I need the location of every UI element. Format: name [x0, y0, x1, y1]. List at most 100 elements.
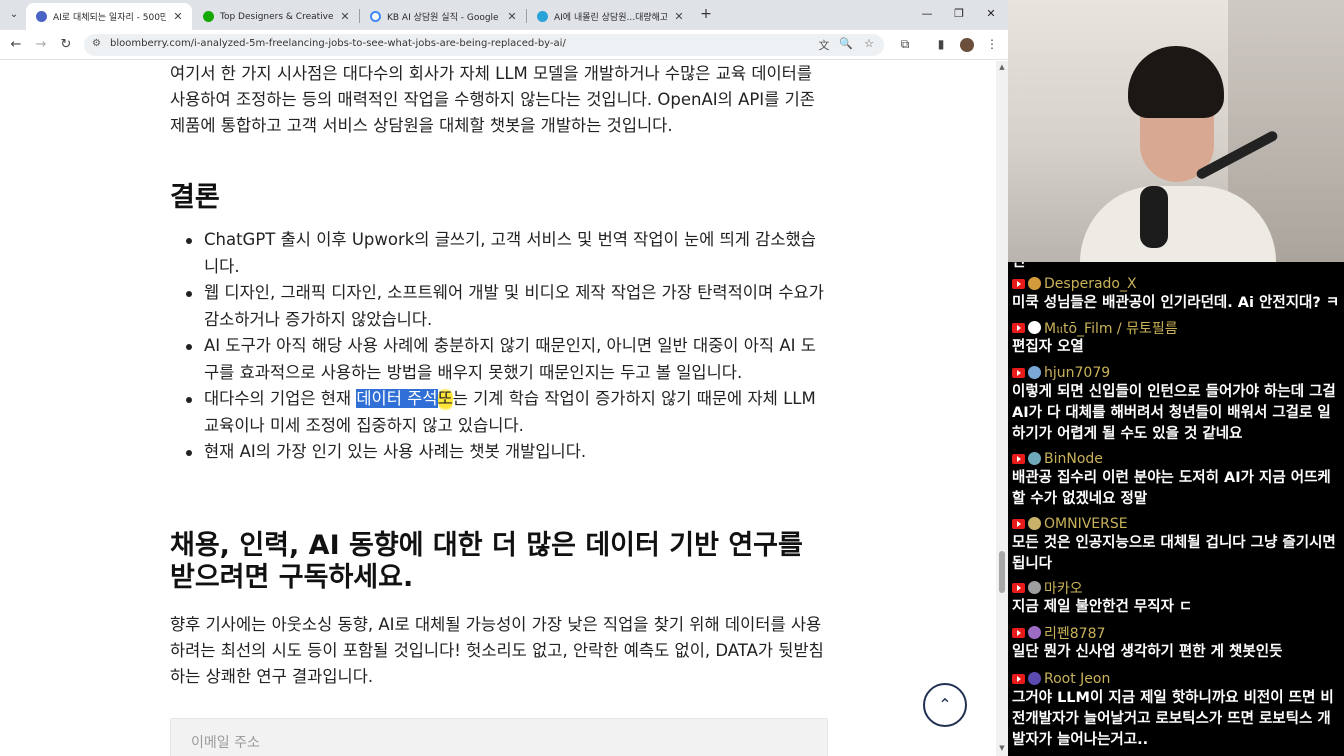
tab-search-icon[interactable]: ⌄: [4, 5, 24, 25]
chat-message: BinNode 배관공 집수리 이런 분야는 도저히 AI가 지금 어뜨케 할 …: [1012, 449, 1342, 510]
chat-message: Desperado_X 미쿡 성님들은 배관공이 인기라던데. Ai 안전지대?…: [1012, 274, 1342, 314]
side-panel-icon[interactable]: ▮: [933, 37, 949, 51]
tab-close-icon[interactable]: ✕: [506, 10, 518, 23]
chat-text: 배관공 집수리 이런 분야는 도저히 AI가 지금 어뜨케 할 수가 없겠네요 …: [1012, 470, 1331, 507]
list-item: 대다수의 기업은 현재 데이터 주석또는 기계 학습 작업이 증가하지 않기 때…: [184, 386, 824, 439]
chat-text: 미쿡 성님들은 배관공이 인기라던데. Ai 안전지대? ㅋ: [1012, 295, 1340, 311]
scroll-to-top-button[interactable]: ⌃: [923, 683, 967, 727]
site-info-icon[interactable]: ⚙: [92, 38, 101, 49]
favicon-icon: [203, 11, 214, 22]
microphone-icon: [1140, 186, 1168, 248]
chat-username: 리펜8787: [1044, 625, 1106, 642]
favicon-icon: [537, 11, 548, 22]
chat-text: 그거야 LLM이 지금 제일 핫하니까요 비전이 뜨면 비전개발자가 늘어날거고…: [1012, 690, 1334, 748]
article-page: 여기서 한 가지 시사점은 대다수의 회사가 자체 LLM 모델을 개발하거나 …: [0, 61, 996, 756]
reload-icon[interactable]: ↻: [56, 35, 76, 55]
address-bar[interactable]: ⚙ bloomberry.com/i-analyzed-5m-freelanci…: [84, 34, 884, 56]
tab-title: AI로 대체되는 일자리 - 500만: [53, 13, 166, 23]
youtube-icon: [1012, 278, 1025, 289]
email-placeholder: 이메일 주소: [191, 735, 260, 751]
minimize-button[interactable]: —: [916, 4, 938, 24]
youtube-icon: [1012, 582, 1025, 593]
avatar: [1028, 277, 1041, 290]
intro-paragraph: 여기서 한 가지 시사점은 대다수의 회사가 자체 LLM 모델을 개발하거나 …: [170, 64, 815, 135]
chat-text: 모든 것은 인공지능으로 대체될 겁니다 그냥 즐기시면 됩니다: [1012, 535, 1336, 572]
menu-icon[interactable]: ⋮: [984, 37, 1000, 51]
page-scrollbar[interactable]: ▲ ▼: [996, 61, 1008, 756]
avatar: [1028, 517, 1041, 530]
youtube-icon: [1012, 453, 1025, 464]
scroll-down-arrow-icon[interactable]: ▼: [996, 744, 1008, 752]
bookmark-star-icon[interactable]: ☆: [861, 37, 877, 50]
chat-message: M𝔲tō_Film / 뮤토필름 편집자 오열: [1012, 318, 1342, 358]
chat-message: Root Jeon 그거야 LLM이 지금 제일 핫하니까요 비전이 뜨면 비전…: [1012, 669, 1342, 751]
list-item: ChatGPT 출시 이후 Upwork의 글쓰기, 고객 서비스 및 번역 작…: [184, 227, 824, 280]
selected-text: 데이터 주석: [356, 389, 438, 408]
tab-active[interactable]: AI로 대체되는 일자리 - 500만 ✕: [26, 3, 192, 30]
favicon-icon: [36, 11, 47, 22]
close-window-button[interactable]: ✕: [980, 4, 1002, 24]
avatar: [1028, 366, 1041, 379]
chat-message: OMNIVERSE 모든 것은 인공지능으로 대체될 겁니다 그냥 즐기시면 됩…: [1012, 514, 1342, 575]
new-tab-button[interactable]: +: [697, 5, 715, 23]
youtube-icon: [1012, 322, 1025, 333]
cursor-highlight: 또: [437, 386, 453, 413]
subscribe-heading: 채용, 인력, AI 동향에 대한 더 많은 데이터 기반 연구를 받으려면 구…: [170, 530, 803, 593]
chat-username: Root Jeon: [1044, 670, 1111, 687]
list-item: 웹 디자인, 그래픽 디자인, 소프트웨어 개발 및 비디오 제작 작업은 가장…: [184, 280, 824, 333]
browser-toolbar: ← → ↻ ⚙ bloomberry.com/i-analyzed-5m-fre…: [0, 30, 1008, 60]
avatar: [1028, 672, 1041, 685]
scroll-up-arrow-icon[interactable]: ▲: [996, 63, 1008, 71]
list-item: AI 도구가 아직 해당 사용 사례에 충분하지 않기 때문인지, 아니면 일반…: [184, 333, 824, 386]
tab-title: KB AI 상담원 실직 - Google 검: [387, 13, 500, 23]
profile-avatar[interactable]: [960, 38, 974, 52]
forward-icon[interactable]: →: [31, 35, 51, 55]
bullet-text: 대다수의 기업은 현재: [204, 389, 357, 408]
chat-text: 일단 뭔가 신사업 생각하기 편한 게 챗봇인듯: [1012, 644, 1283, 660]
tab-title: Top Designers & Creatives for: [220, 11, 333, 22]
youtube-icon: [1012, 367, 1025, 378]
back-icon[interactable]: ←: [6, 35, 26, 55]
youtube-icon: [1012, 673, 1025, 684]
chat-partial-text: 긴: [1012, 262, 1026, 270]
restore-button[interactable]: ❐: [948, 4, 970, 24]
avatar: [1028, 321, 1041, 334]
tab-close-icon[interactable]: ✕: [172, 10, 184, 23]
chat-message: hjun7079 이렇게 되면 신입들이 인턴으로 들어가야 하는데 그걸 AI…: [1012, 363, 1342, 445]
zoom-icon[interactable]: 🔍: [838, 37, 854, 50]
tab-news[interactable]: AI에 내몰린 상담원...대량해고 ✕: [527, 3, 693, 30]
youtube-icon: [1012, 518, 1025, 529]
tab-close-icon[interactable]: ✕: [673, 10, 685, 23]
youtube-icon: [1012, 627, 1025, 638]
chat-username: 마카오: [1044, 580, 1083, 597]
avatar: [1028, 626, 1041, 639]
chat-username: hjun7079: [1044, 364, 1111, 381]
tab-title: AI에 내몰린 상담원...대량해고: [554, 13, 667, 23]
google-icon: [370, 11, 381, 22]
list-item: 현재 AI의 가장 인기 있는 사용 사례는 챗봇 개발입니다.: [184, 439, 824, 466]
scrollbar-thumb[interactable]: [999, 551, 1005, 593]
chat-message: 마카오 지금 제일 불안한건 무직자 ㄷ: [1012, 578, 1342, 618]
conclusion-heading: 결론: [170, 182, 220, 213]
tab-close-icon[interactable]: ✕: [339, 10, 351, 23]
chat-username: Desperado_X: [1044, 275, 1137, 292]
avatar: [1028, 581, 1041, 594]
url-text[interactable]: bloomberry.com/i-analyzed-5m-freelancing…: [110, 38, 566, 49]
translate-icon[interactable]: 文: [816, 37, 832, 53]
tab-strip: ⌄ AI로 대체되는 일자리 - 500만 ✕ Top Designers & …: [0, 0, 1008, 30]
chat-username: BinNode: [1044, 450, 1103, 467]
chat-username: OMNIVERSE: [1044, 515, 1128, 532]
conclusion-list: ChatGPT 출시 이후 Upwork의 글쓰기, 고객 서비스 및 번역 작…: [184, 227, 824, 466]
extensions-icon[interactable]: ⧉: [897, 37, 913, 52]
tab-upwork[interactable]: Top Designers & Creatives for ✕: [193, 3, 359, 30]
chat-message: 리펜8787 일단 뭔가 신사업 생각하기 편한 게 챗봇인듯: [1012, 623, 1342, 663]
subscribe-paragraph: 향후 기사에는 아웃소싱 동향, AI로 대체될 가능성이 가장 낮은 직업을 …: [170, 615, 824, 686]
live-chat: 긴 Desperado_X 미쿡 성님들은 배관공이 인기라던데. Ai 안전지…: [1008, 262, 1344, 756]
browser-window: ⌄ AI로 대체되는 일자리 - 500만 ✕ Top Designers & …: [0, 0, 1008, 756]
chat-text: 편집자 오열: [1012, 339, 1084, 355]
tab-google[interactable]: KB AI 상담원 실직 - Google 검 ✕: [360, 3, 526, 30]
avatar: [1028, 452, 1041, 465]
chat-text: 지금 제일 불안한건 무직자 ㄷ: [1012, 599, 1193, 615]
chat-username: M𝔲tō_Film / 뮤토필름: [1044, 320, 1178, 337]
email-field[interactable]: 이메일 주소: [170, 718, 828, 756]
